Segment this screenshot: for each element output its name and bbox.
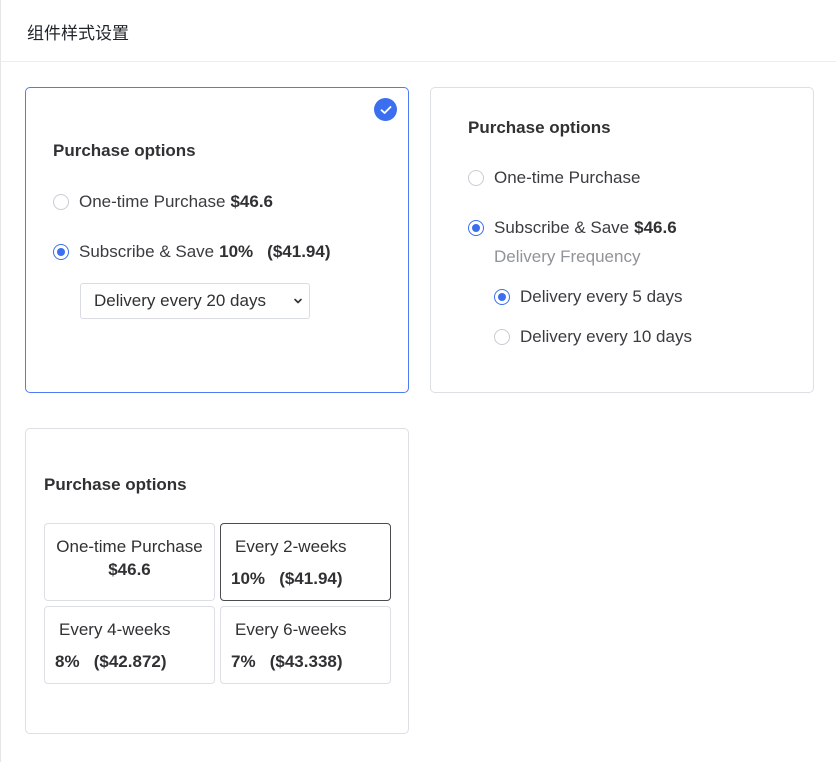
radio-one-time[interactable] (53, 194, 69, 210)
frequency-option-10[interactable]: Delivery every 10 days (494, 327, 692, 347)
option-price: $46.6 (230, 192, 273, 211)
tile-price: 7% ($43.338) (231, 652, 343, 671)
tile-price: 10% ($41.94) (231, 569, 343, 588)
page-body: Purchase options One-time Purchase $46.6… (0, 62, 836, 762)
tile-price: 8% ($42.872) (55, 652, 167, 671)
card-title: Purchase options (468, 118, 611, 137)
card-title: Purchase options (44, 475, 187, 494)
delivery-select[interactable]: Delivery every 20 days (80, 283, 310, 319)
option-discount: 10% (219, 242, 254, 261)
chevron-down-icon (294, 298, 302, 304)
tile-every-4-weeks[interactable]: Every 4-weeks 8% ($42.872) (44, 606, 215, 684)
option-label: One-time Purchase (79, 192, 226, 211)
style-card-dropdown[interactable]: Purchase options One-time Purchase $46.6… (25, 87, 409, 393)
tile-one-time[interactable]: One-time Purchase $46.6 (44, 523, 215, 601)
radio-one-time[interactable] (468, 170, 484, 186)
frequency-label-text: Delivery every 5 days (520, 287, 683, 306)
option-label: Subscribe & Save (79, 242, 215, 261)
delivery-select-value: Delivery every 20 days (94, 291, 266, 310)
tile-price: $46.6 (108, 560, 151, 579)
tile-every-6-weeks[interactable]: Every 6-weeks 7% ($43.338) (220, 606, 391, 684)
tile-label: One-time Purchase (56, 537, 203, 556)
check-icon (374, 98, 397, 121)
page-header: 组件样式设置 (0, 0, 836, 62)
radio-frequency-10[interactable] (494, 329, 510, 345)
tile-label: Every 6-weeks (235, 620, 347, 639)
option-one-time[interactable]: One-time Purchase $46.6 (53, 192, 273, 212)
tile-label: Every 4-weeks (59, 620, 171, 639)
option-subscribe[interactable]: Subscribe & Save 10% ($41.94) (53, 242, 331, 262)
option-price: $46.6 (634, 218, 677, 237)
page-title: 组件样式设置 (27, 24, 129, 43)
option-subscribe[interactable]: Subscribe & Save $46.6 (468, 218, 677, 238)
style-card-tiles[interactable]: Purchase options One-time Purchase $46.6… (25, 428, 409, 734)
option-price: ($41.94) (267, 242, 331, 261)
tile-label: Every 2-weeks (235, 537, 347, 556)
radio-frequency-5[interactable] (494, 289, 510, 305)
radio-subscribe[interactable] (468, 220, 484, 236)
radio-subscribe[interactable] (53, 244, 69, 260)
frequency-option-5[interactable]: Delivery every 5 days (494, 287, 683, 307)
option-label: Subscribe & Save (494, 218, 630, 237)
option-label: One-time Purchase (494, 168, 641, 187)
frequency-label-text: Delivery every 10 days (520, 327, 692, 346)
frequency-label: Delivery Frequency (494, 247, 641, 266)
style-card-radio-list[interactable]: Purchase options One-time Purchase Subsc… (430, 87, 814, 393)
tile-every-2-weeks[interactable]: Every 2-weeks 10% ($41.94) (220, 523, 391, 601)
card-title: Purchase options (53, 141, 196, 160)
option-one-time[interactable]: One-time Purchase (468, 168, 640, 188)
